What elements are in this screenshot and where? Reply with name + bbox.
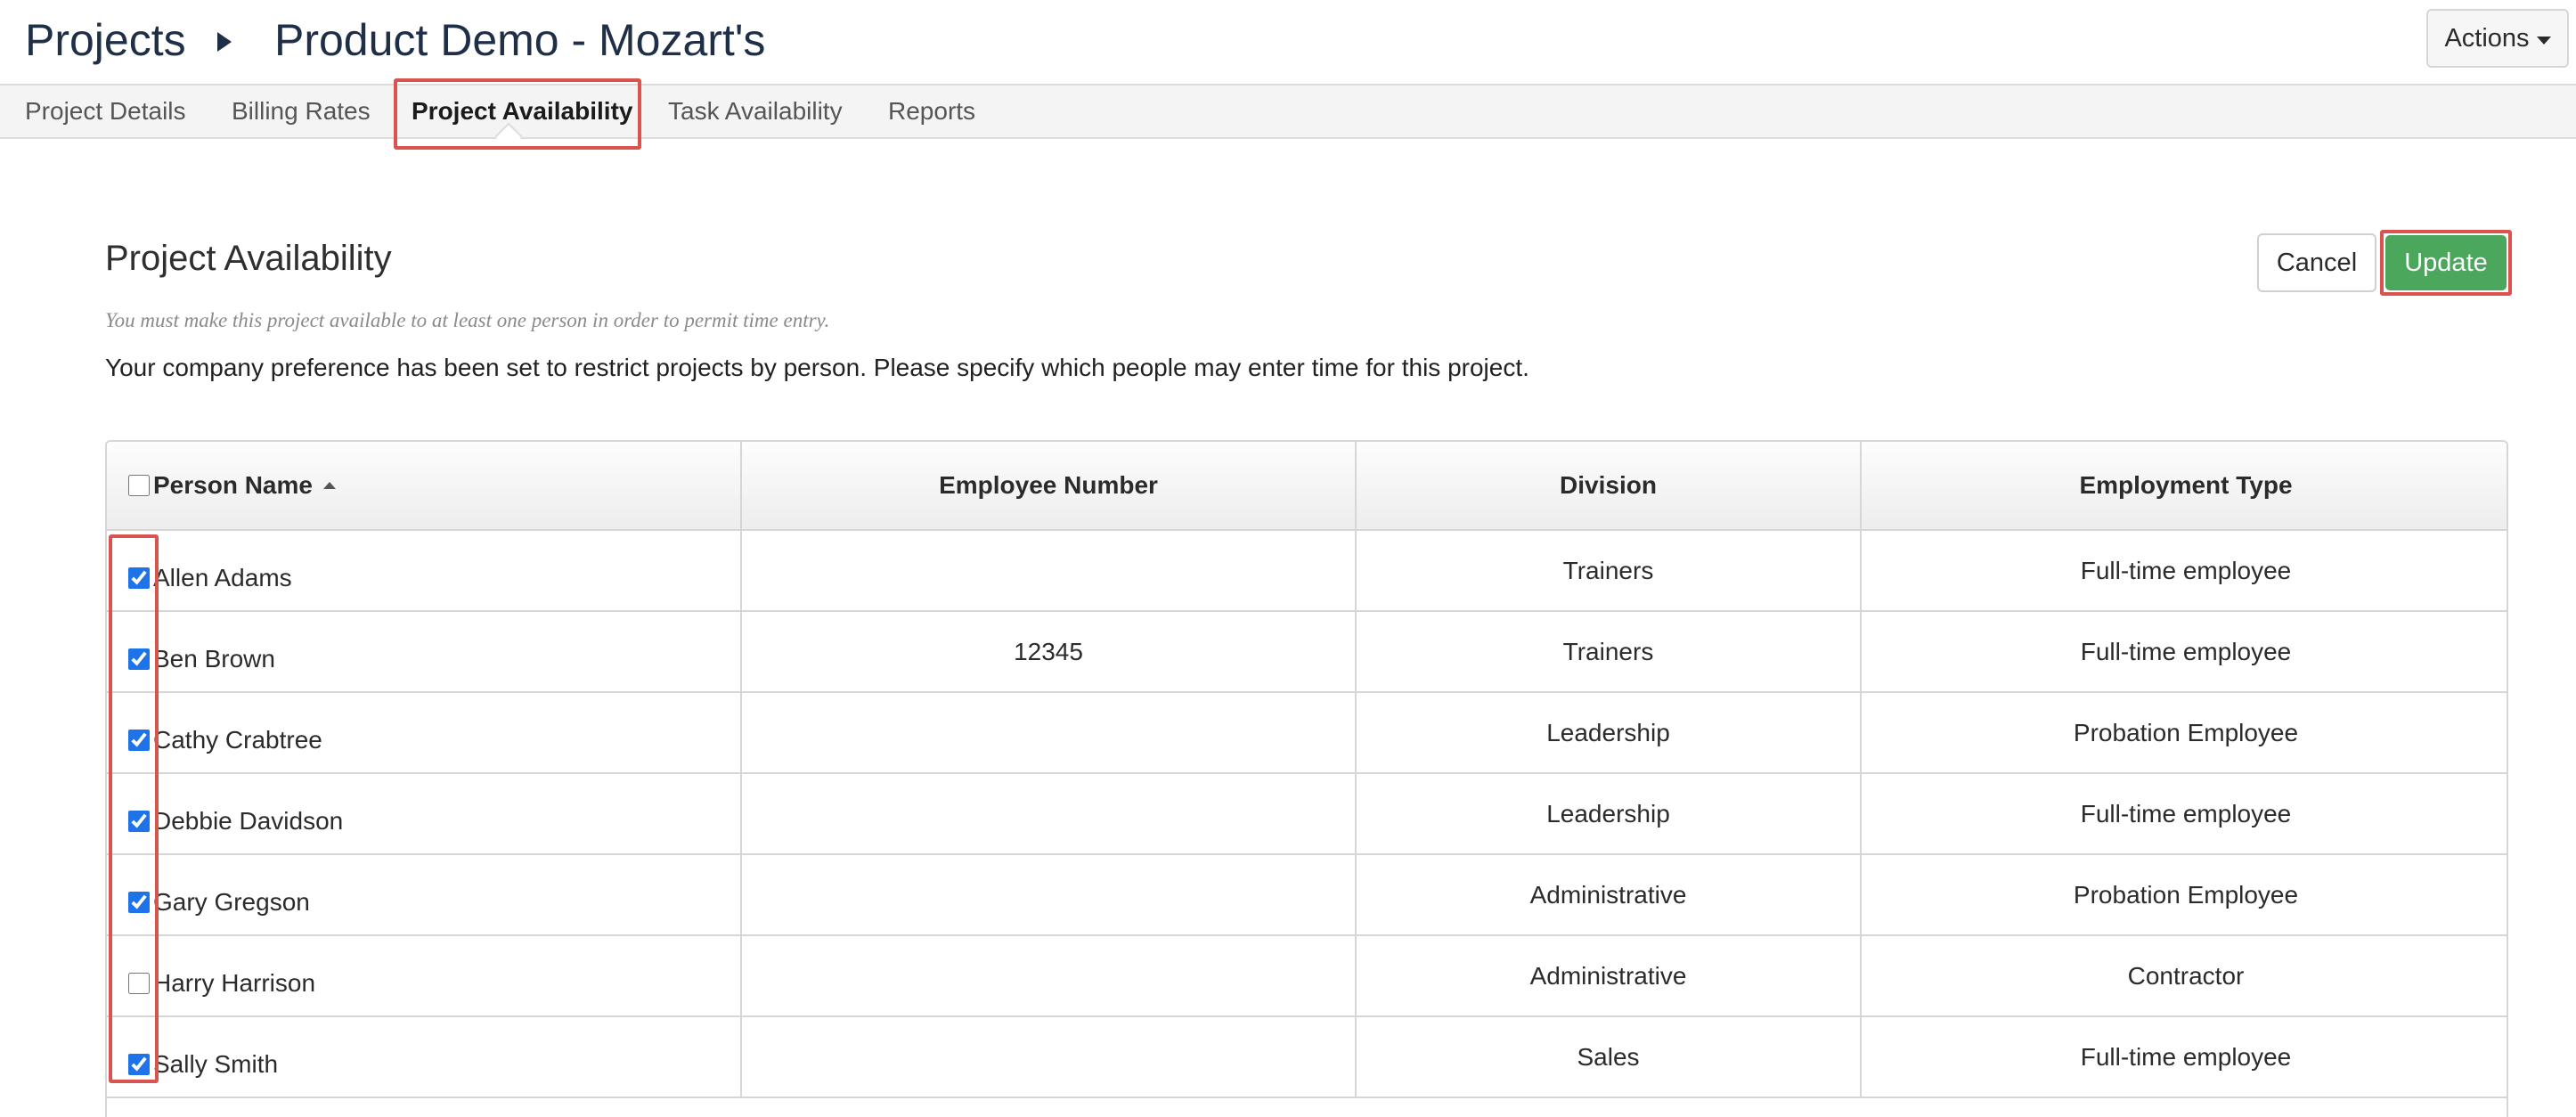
person-checkbox[interactable] xyxy=(128,810,150,832)
select-all-checkbox[interactable] xyxy=(128,475,150,496)
employee-number-cell xyxy=(741,935,1357,1017)
person-name: Ben Brown xyxy=(153,644,275,673)
availability-hint: You must make this project available to … xyxy=(105,309,830,331)
person-checkbox[interactable] xyxy=(128,567,150,589)
breadcrumb-separator-icon xyxy=(217,32,232,52)
table-row: Gary Gregson Administrative Probation Em… xyxy=(107,854,2507,936)
tab-bar: Project Details Billing Rates Project Av… xyxy=(0,84,2576,139)
employee-number-cell xyxy=(741,530,1357,612)
division-cell: Sales xyxy=(1356,1016,1862,1098)
person-name: Debbie Davidson xyxy=(153,806,344,835)
employment-type-cell: Full-time employee xyxy=(1861,1016,2507,1098)
employment-type-cell: Probation Employee xyxy=(1861,692,2507,774)
person-name-cell: Ben Brown xyxy=(107,611,742,693)
caret-down-icon xyxy=(2536,36,2551,45)
division-cell: Trainers xyxy=(1356,530,1862,612)
employment-type-cell: Full-time employee xyxy=(1861,530,2507,612)
breadcrumb-projects-link[interactable]: Projects xyxy=(25,9,186,71)
employee-number-cell xyxy=(741,773,1357,855)
employee-number-cell: 12345 xyxy=(741,611,1357,693)
person-name-cell: Debbie Davidson xyxy=(107,773,742,855)
cancel-button[interactable]: Cancel xyxy=(2257,233,2376,292)
page-title: Product Demo - Mozart's xyxy=(274,15,766,65)
employment-type-cell: Probation Employee xyxy=(1861,854,2507,936)
person-name: Allen Adams xyxy=(153,563,292,591)
employee-number-cell xyxy=(741,854,1357,936)
column-header-division[interactable]: Division xyxy=(1356,442,1862,531)
table-header-row: Person Name Employee Number Division Emp… xyxy=(107,442,2507,531)
division-cell: Leadership xyxy=(1356,692,1862,774)
tab-reports[interactable]: Reports xyxy=(888,86,975,137)
tab-project-availability[interactable]: Project Availability xyxy=(412,86,632,137)
employee-number-cell xyxy=(741,692,1357,774)
table-row: Ben Brown 12345 Trainers Full-time emplo… xyxy=(107,611,2507,693)
division-cell: Trainers xyxy=(1356,611,1862,693)
table-row: Harry Harrison Administrative Contractor xyxy=(107,935,2507,1017)
employment-type-cell: Full-time employee xyxy=(1861,773,2507,855)
page-header: Projects Product Demo - Mozart's Actions xyxy=(0,0,2576,84)
division-cell: Administrative xyxy=(1356,935,1862,1017)
tab-project-details[interactable]: Project Details xyxy=(25,86,186,137)
table-row: Allen Adams Trainers Full-time employee xyxy=(107,530,2507,612)
person-checkbox[interactable] xyxy=(128,648,150,670)
column-header-employee-number[interactable]: Employee Number xyxy=(741,442,1357,531)
person-name: Gary Gregson xyxy=(153,887,310,916)
person-name: Cathy Crabtree xyxy=(153,725,322,754)
tab-billing-rates[interactable]: Billing Rates xyxy=(232,86,371,137)
person-name-cell: Gary Gregson xyxy=(107,854,742,936)
division-cell: Administrative xyxy=(1356,854,1862,936)
person-checkbox[interactable] xyxy=(128,891,150,913)
column-header-person-name[interactable]: Person Name xyxy=(107,442,742,531)
person-availability-table: Person Name Employee Number Division Emp… xyxy=(105,440,2508,1117)
availability-description: Your company preference has been set to … xyxy=(105,354,1529,381)
sort-ascending-icon xyxy=(322,482,336,489)
person-name: Harry Harrison xyxy=(153,968,316,997)
person-name-cell: Harry Harrison xyxy=(107,935,742,1017)
person-name: Sally Smith xyxy=(153,1049,279,1078)
employee-number-cell xyxy=(741,1016,1357,1098)
table-row: Cathy Crabtree Leadership Probation Empl… xyxy=(107,692,2507,774)
tab-task-availability[interactable]: Task Availability xyxy=(668,86,843,137)
table-row: Sally Smith Sales Full-time employee xyxy=(107,1016,2507,1098)
column-header-employment-type[interactable]: Employment Type xyxy=(1861,442,2507,531)
person-name-cell: Cathy Crabtree xyxy=(107,692,742,774)
division-cell: Leadership xyxy=(1356,773,1862,855)
section-title: Project Availability xyxy=(105,239,392,278)
person-name-cell: Allen Adams xyxy=(107,530,742,612)
employment-type-cell: Contractor xyxy=(1861,935,2507,1017)
actions-label: Actions xyxy=(2444,23,2530,53)
person-name-cell: Sally Smith xyxy=(107,1016,742,1098)
table-row: Debbie Davidson Leadership Full-time emp… xyxy=(107,773,2507,855)
person-checkbox[interactable] xyxy=(128,729,150,751)
employment-type-cell: Full-time employee xyxy=(1861,611,2507,693)
update-button[interactable]: Update xyxy=(2385,235,2507,290)
actions-dropdown-button[interactable]: Actions xyxy=(2426,9,2569,68)
person-checkbox[interactable] xyxy=(128,972,150,994)
column-header-label: Person Name xyxy=(153,471,313,499)
person-checkbox[interactable] xyxy=(128,1053,150,1075)
